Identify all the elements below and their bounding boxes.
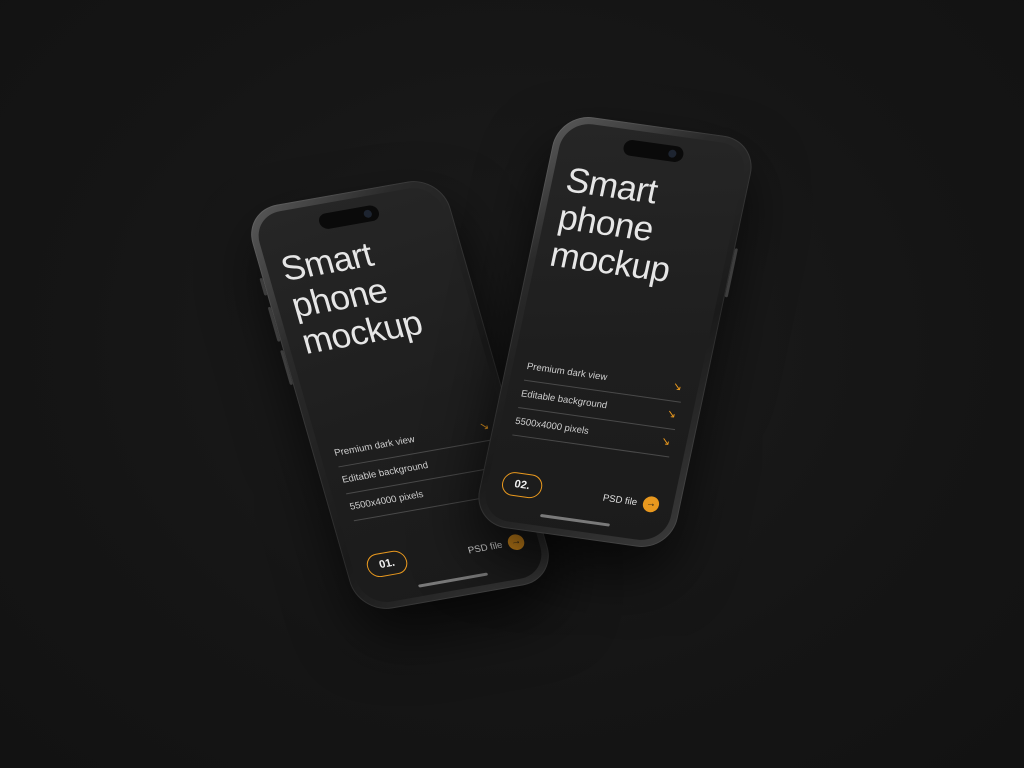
page-number-badge: 01.: [363, 548, 411, 579]
phone-screen: Smart phone mockup Premium dark view ↘ E…: [480, 120, 750, 544]
mockup-stage: Smart phone mockup Premium dark view ↘ E…: [0, 0, 1024, 768]
home-indicator: [417, 572, 489, 588]
action-button: [259, 277, 268, 296]
home-indicator: [539, 513, 611, 527]
feature-label: 5500x4000 pixels: [514, 415, 590, 437]
headline: Smart phone mockup: [277, 231, 427, 361]
arrow-down-right-icon: ↘: [665, 407, 678, 421]
power-button: [724, 248, 739, 298]
arrow-down-right-icon: ↘: [659, 435, 672, 449]
phone-right: Smart phone mockup Premium dark view ↘ E…: [472, 112, 758, 552]
feature-label: 5500x4000 pixels: [348, 489, 425, 513]
dynamic-island: [317, 204, 381, 231]
psd-file-button[interactable]: PSD file →: [601, 490, 661, 514]
feature-list: Premium dark view ↘ Editable background …: [512, 353, 687, 458]
page-number-badge: 02.: [499, 470, 545, 500]
camera-icon: [667, 149, 678, 159]
arrow-down-right-icon: ↘: [671, 380, 684, 394]
feature-label: Editable background: [519, 388, 609, 412]
psd-file-label: PSD file: [466, 539, 504, 556]
camera-icon: [362, 209, 373, 219]
psd-file-label: PSD file: [601, 492, 639, 508]
headline: Smart phone mockup: [547, 161, 689, 290]
arrow-right-icon: →: [641, 495, 661, 514]
dynamic-island: [622, 139, 685, 164]
arrow-right-icon: →: [505, 533, 527, 552]
psd-file-button[interactable]: PSD file →: [466, 533, 527, 558]
feature-label: Premium dark view: [525, 361, 609, 384]
